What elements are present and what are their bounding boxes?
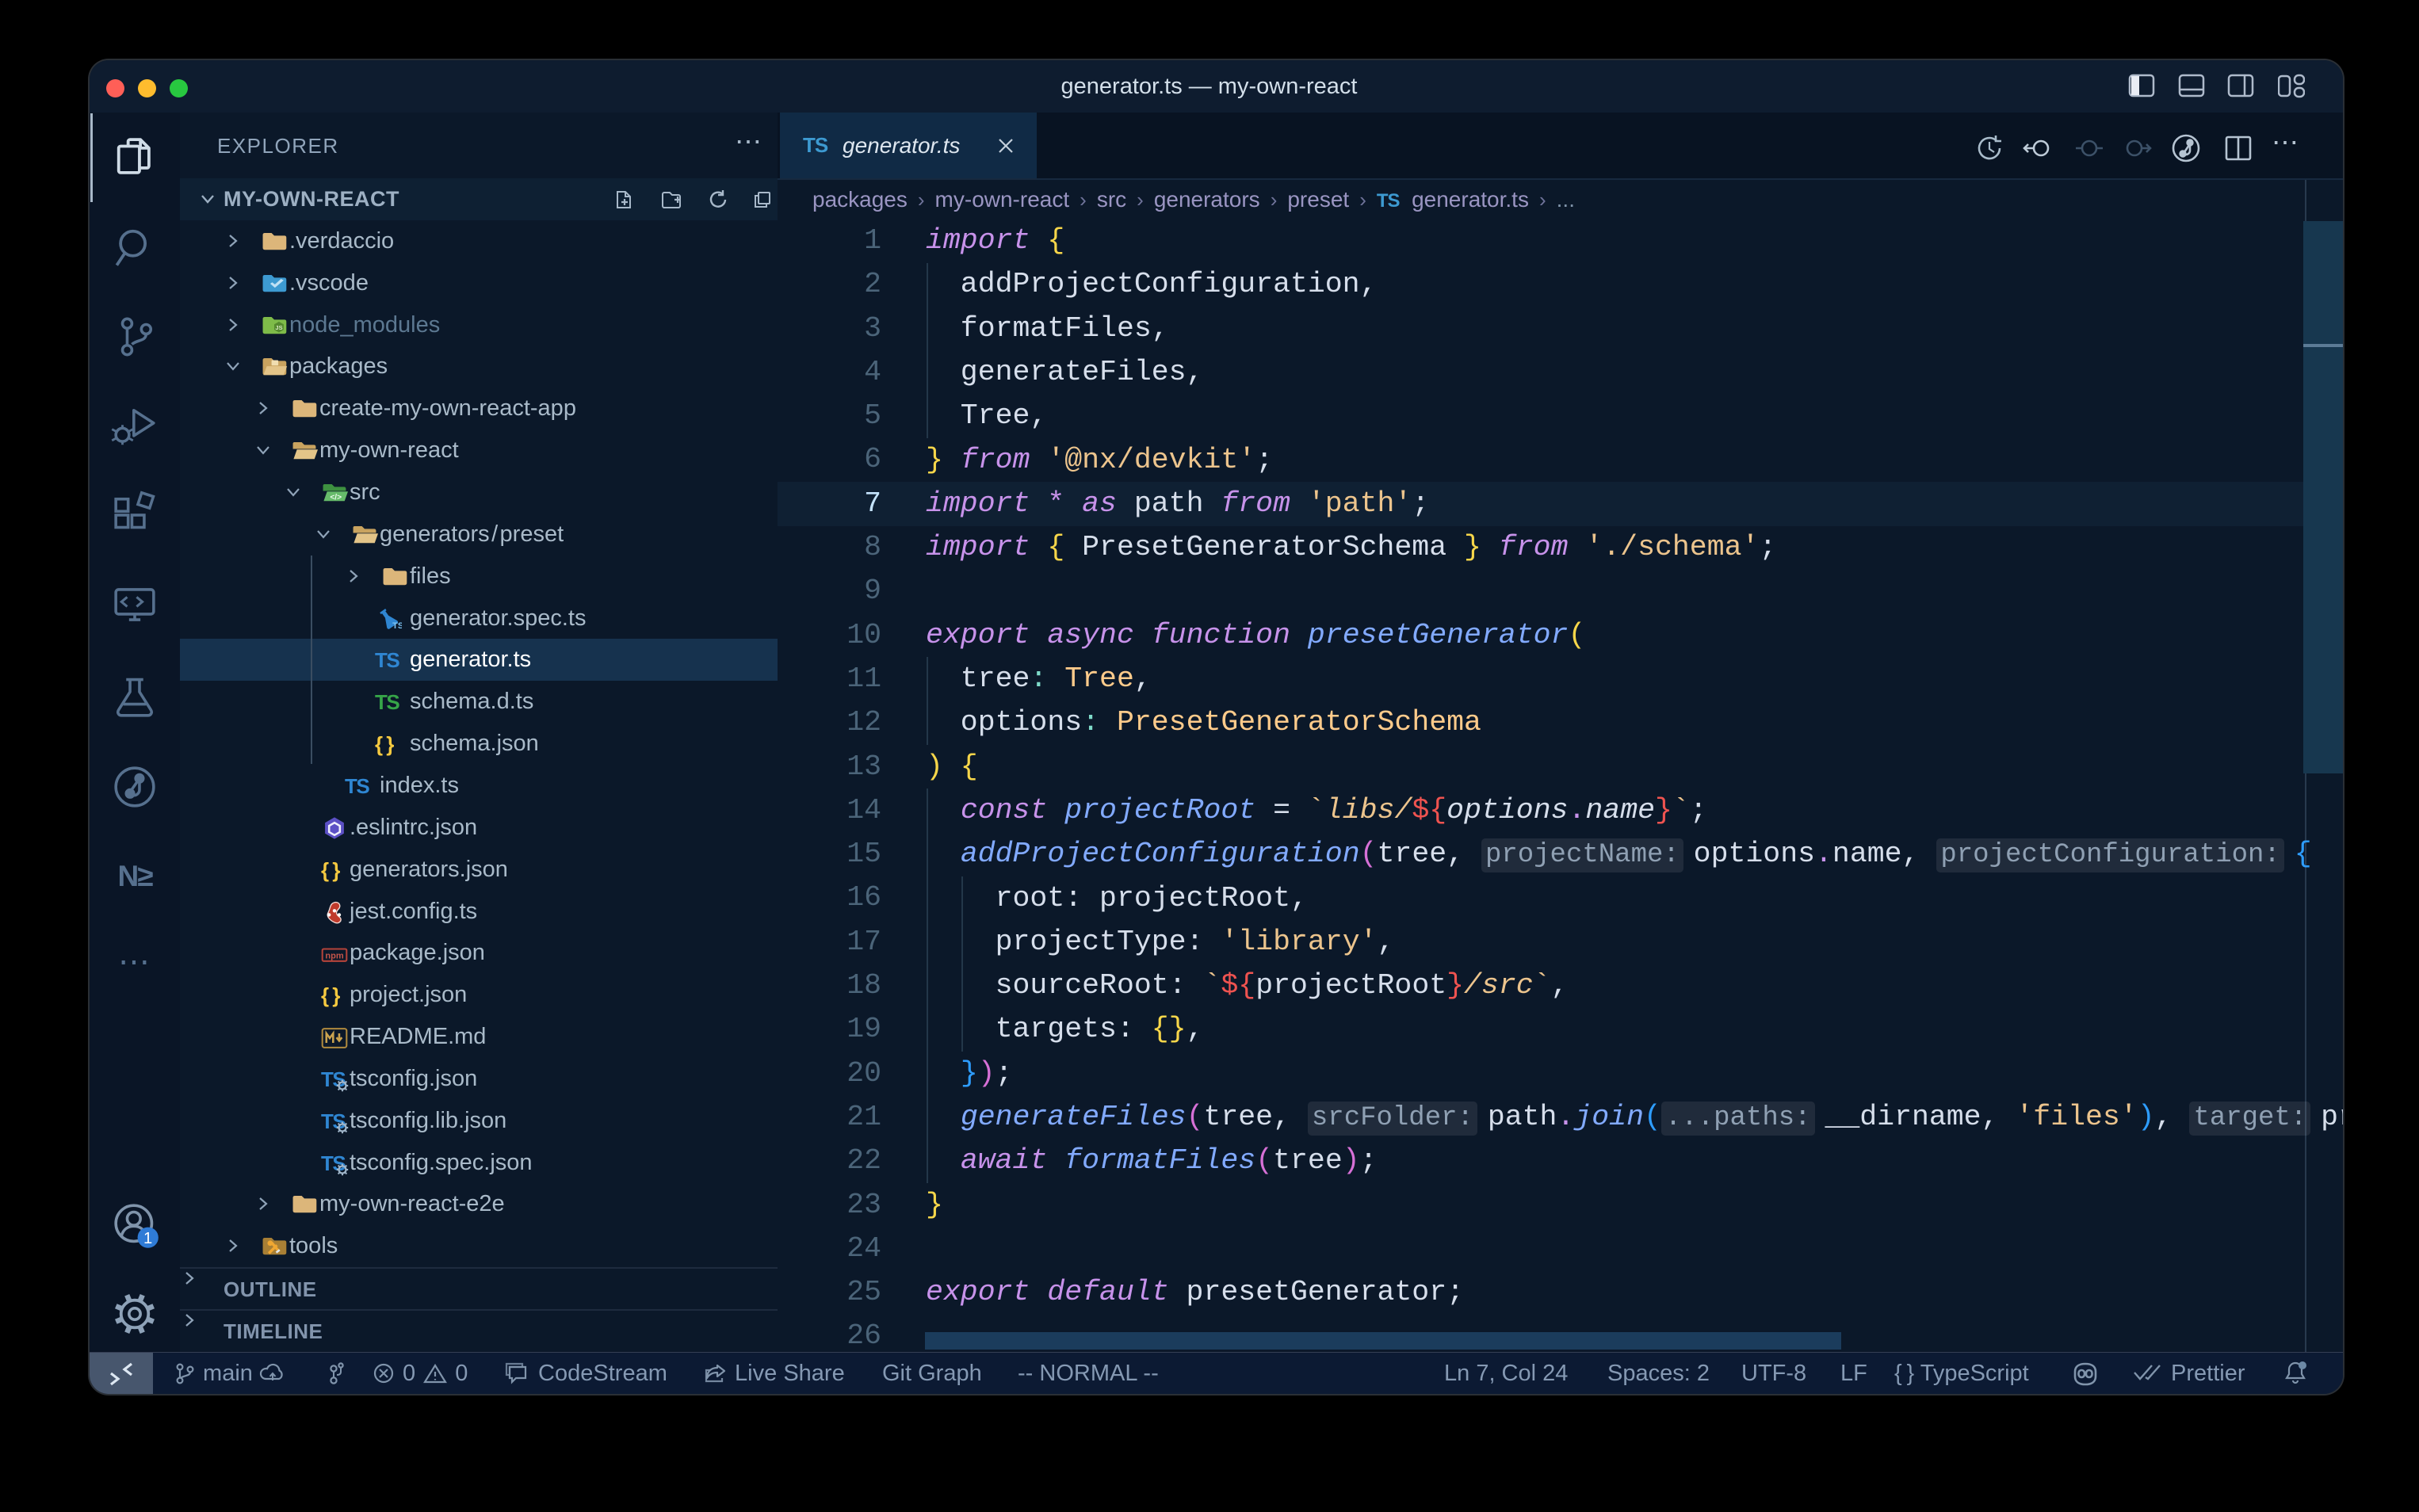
svg-text:TS: TS <box>392 620 402 630</box>
svg-text:npm: npm <box>325 952 343 961</box>
svg-text:1: 1 <box>143 1230 152 1247</box>
svg-text:</>: </> <box>330 494 342 502</box>
svg-text:JS: JS <box>275 324 282 331</box>
